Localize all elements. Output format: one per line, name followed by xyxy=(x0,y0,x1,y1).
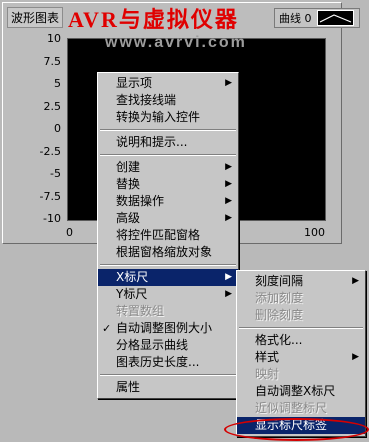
menu-item-label: 样式 xyxy=(255,350,280,364)
watermark-url: www.avrvi.com xyxy=(105,34,247,51)
menu-item-label: 添加刻度 xyxy=(255,291,304,305)
menu-separator xyxy=(100,154,236,156)
menu-item[interactable]: 样式 ▶ xyxy=(237,349,365,366)
menu-item-label: 转置数组 xyxy=(116,304,165,318)
plot-legend[interactable]: 曲线 0 xyxy=(274,8,360,28)
menu-item[interactable]: 刻度间隔 ▶ xyxy=(237,273,365,290)
watermark-title: AVR与虚拟仪器 xyxy=(68,7,239,32)
menu-item[interactable]: 分格显示曲线 xyxy=(98,337,238,354)
menu-item: 转置数组 xyxy=(98,303,238,320)
menu-item[interactable]: 图表历史长度... xyxy=(98,354,238,371)
checkmark-icon: ✓ xyxy=(102,322,112,335)
menu-item-label: 根据窗格缩放对象 xyxy=(116,245,213,259)
context-menu: 显示项 ▶ 查找接线端转换为输入控件 说明和提示... 创建 ▶ 替换 ▶ 数据操作 ▶ 高级 ▶ 将控… xyxy=(97,72,239,399)
submenu-arrow-icon: ▶ xyxy=(352,352,359,362)
menu-item-label: 格式化... xyxy=(255,333,303,347)
legend-label: 曲线 0 xyxy=(279,12,312,25)
menu-item[interactable]: 根据窗格缩放对象 xyxy=(98,244,238,261)
menu-item[interactable]: 格式化... xyxy=(237,332,365,349)
submenu-arrow-icon: ▶ xyxy=(225,179,232,189)
menu-item[interactable]: 高级 ▶ xyxy=(98,210,238,227)
menu-separator xyxy=(100,264,236,266)
menu-item-label: 创建 xyxy=(116,160,141,174)
menu-item-label: Y标尺 xyxy=(116,287,148,301)
menu-item-label: 查找接线端 xyxy=(116,93,177,107)
menu-separator xyxy=(100,374,236,376)
menu-item: 映射 xyxy=(237,366,365,383)
menu-item-label: X标尺 xyxy=(116,270,149,284)
menu-item[interactable]: Y标尺 ▶ xyxy=(98,286,238,303)
menu-item-label: 将控件匹配窗格 xyxy=(116,228,201,242)
menu-item[interactable]: 属性 xyxy=(98,379,238,396)
submenu-arrow-icon: ▶ xyxy=(225,272,232,282)
x-tick-label: 100 xyxy=(304,226,325,239)
menu-item[interactable]: 数据操作 ▶ xyxy=(98,193,238,210)
menu-item-label: 高级 xyxy=(116,211,141,225)
chart-label-area: 波形图表 xyxy=(7,6,64,28)
menu-item-label: 替换 xyxy=(116,177,141,191)
menu-item: 删除刻度 xyxy=(237,307,365,324)
submenu-arrow-icon: ▶ xyxy=(225,196,232,206)
menu-item-label: 近似调整标尺 xyxy=(255,401,328,415)
menu-item-label: 自动调整图例大小 xyxy=(116,321,213,335)
menu-item[interactable]: 自动调整X标尺 xyxy=(237,383,365,400)
y-tick-label: -7.5 xyxy=(39,189,61,203)
submenu-arrow-icon: ▶ xyxy=(225,78,232,88)
y-tick-label: 0 xyxy=(54,122,61,135)
menu-item: 添加刻度 xyxy=(237,290,365,307)
y-tick-label: -2.5 xyxy=(39,144,61,158)
menu-item: 近似调整标尺 xyxy=(237,400,365,417)
x-tick-label: 0 xyxy=(66,226,73,239)
submenu-arrow-icon: ▶ xyxy=(225,162,232,172)
menu-item-label: 自动调整X标尺 xyxy=(255,384,336,398)
chart-label[interactable]: 波形图表 xyxy=(7,6,64,28)
y-tick-label: -10 xyxy=(43,212,61,225)
menu-item[interactable]: 创建 ▶ xyxy=(98,159,238,176)
menu-item-label: 显示标尺标签 xyxy=(255,418,328,432)
menu-item-label: 说明和提示... xyxy=(116,135,188,149)
menu-item[interactable]: 转换为输入控件 xyxy=(98,109,238,126)
menu-item-label: 转换为输入控件 xyxy=(116,110,201,124)
menu-item[interactable]: 显示标尺标签 xyxy=(237,417,365,434)
y-tick-label: -5 xyxy=(50,167,61,180)
submenu-arrow-icon: ▶ xyxy=(352,276,359,286)
menu-item[interactable]: X标尺 ▶ xyxy=(98,269,238,286)
menu-item-label: 属性 xyxy=(116,380,141,394)
y-tick-label: 10 xyxy=(47,32,61,45)
menu-item-label: 映射 xyxy=(255,367,280,381)
menu-item[interactable]: 显示项 ▶ xyxy=(98,75,238,92)
legend-line-swatch[interactable] xyxy=(316,10,354,26)
menu-item[interactable]: ✓ 自动调整图例大小 xyxy=(98,320,238,337)
y-tick-label: 7.5 xyxy=(43,54,62,68)
y-tick-label: 2.5 xyxy=(43,99,62,113)
line-sample-icon xyxy=(319,14,351,23)
menu-item[interactable]: 说明和提示... xyxy=(98,134,238,151)
x-scale-submenu: 刻度间隔 ▶ 添加刻度删除刻度格式化... 样式 ▶ 映射自动调整X标尺 近似调整标尺 显示标… xyxy=(236,270,366,437)
menu-item-label: 数据操作 xyxy=(116,194,165,208)
menu-item-label: 刻度间隔 xyxy=(255,274,304,288)
menu-separator xyxy=(239,327,363,329)
menu-item[interactable]: 替换 ▶ xyxy=(98,176,238,193)
submenu-arrow-icon: ▶ xyxy=(225,213,232,223)
submenu-arrow-icon: ▶ xyxy=(225,289,232,299)
menu-item-label: 图表历史长度... xyxy=(116,355,200,369)
y-tick-label: 5 xyxy=(54,77,61,90)
menu-item-label: 显示项 xyxy=(116,76,153,90)
menu-item-label: 分格显示曲线 xyxy=(116,338,189,352)
menu-item-label: 删除刻度 xyxy=(255,308,304,322)
menu-item[interactable]: 查找接线端 xyxy=(98,92,238,109)
menu-item[interactable]: 将控件匹配窗格 xyxy=(98,227,238,244)
menu-separator xyxy=(100,129,236,131)
